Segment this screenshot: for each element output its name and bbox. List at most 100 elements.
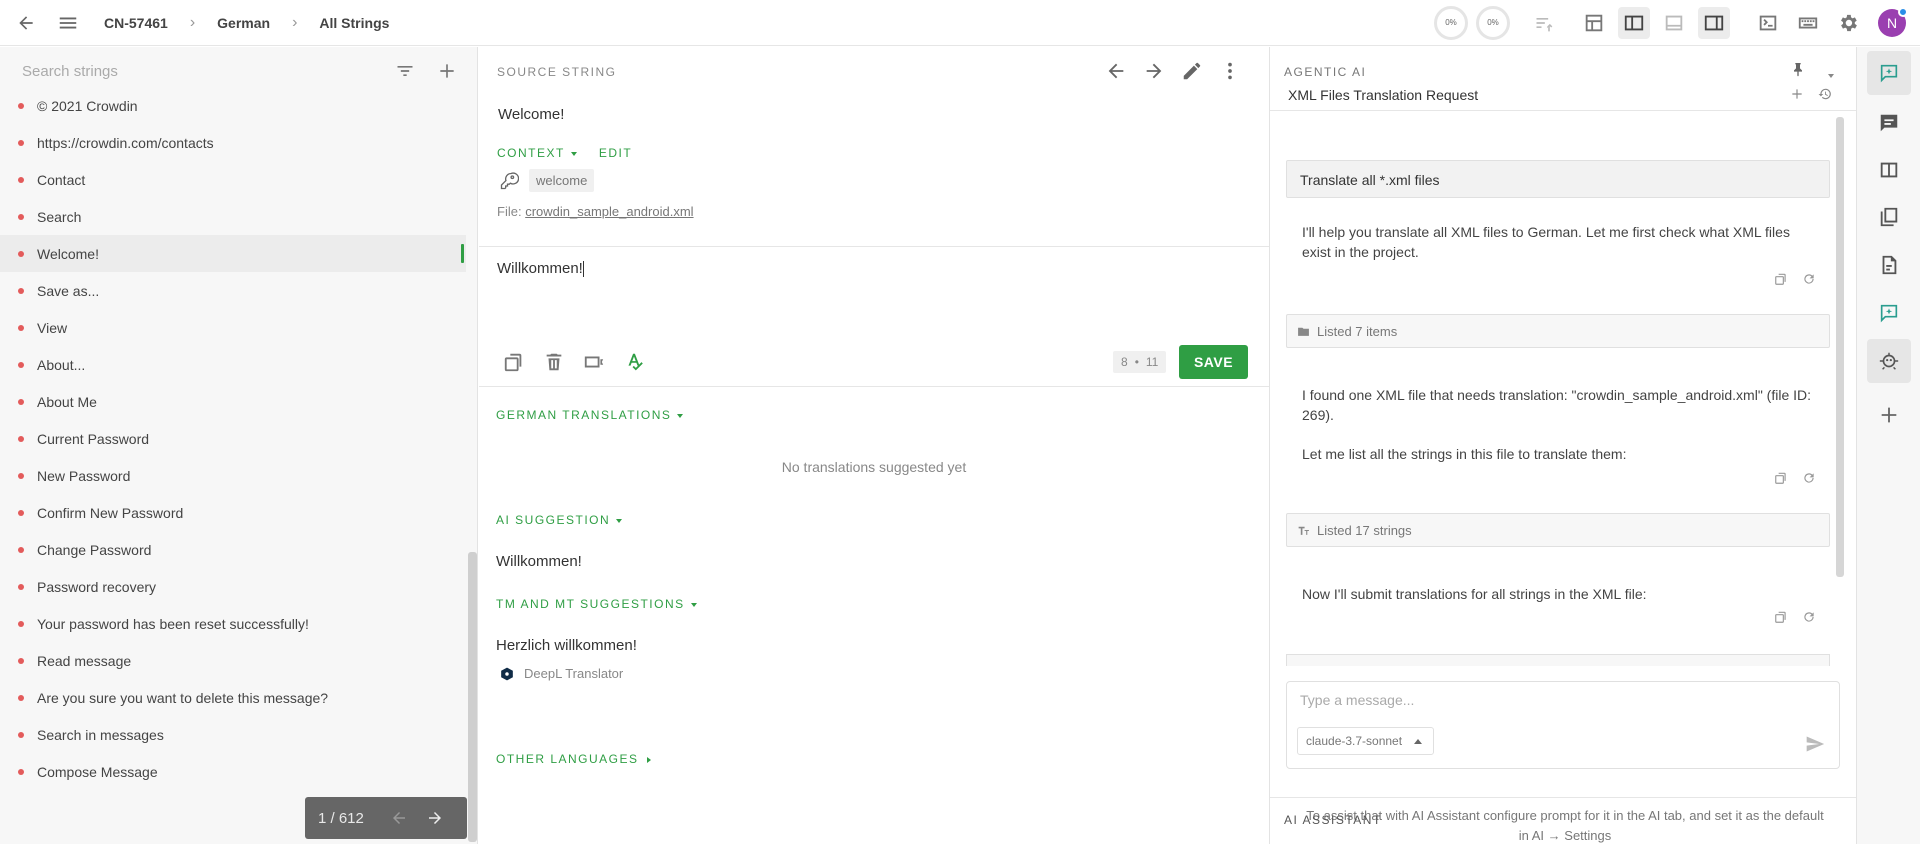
tm-mt-suggestions-toggle[interactable]: TM AND MT SUGGESTIONS <box>496 597 697 611</box>
context-toggle[interactable]: CONTEXT <box>497 146 577 160</box>
string-list-item[interactable]: Password recovery <box>0 568 466 605</box>
spellcheck-icon[interactable] <box>623 351 645 373</box>
translated-progress[interactable]: 0% <box>1434 5 1468 40</box>
message-input[interactable] <box>1300 692 1820 708</box>
string-label: Save as... <box>37 282 100 299</box>
settings-gear-icon[interactable] <box>1832 7 1864 39</box>
edit-pencil-icon[interactable] <box>1181 60 1203 82</box>
string-list-item[interactable]: Change Password <box>0 531 466 568</box>
context-key-chip: welcome <box>499 169 595 192</box>
layout-sidebar-right-icon[interactable] <box>1698 6 1730 39</box>
comments-icon[interactable] <box>1867 101 1911 145</box>
approved-progress[interactable]: 0% <box>1476 5 1510 40</box>
other-languages-toggle[interactable]: OTHER LANGUAGES <box>496 752 651 766</box>
next-string-icon[interactable] <box>1143 60 1165 82</box>
file-link[interactable]: crowdin_sample_android.xml <box>525 204 693 219</box>
breadcrumb-scope[interactable]: All Strings <box>319 15 389 31</box>
new-chat-icon[interactable] <box>1790 87 1804 101</box>
text-cursor <box>582 261 584 278</box>
string-list-item[interactable]: Welcome! <box>0 235 466 272</box>
strings-scrollbar[interactable] <box>468 552 477 842</box>
placeholder-tag-icon[interactable] <box>583 351 605 373</box>
untranslated-status-dot <box>18 472 24 479</box>
menu-icon[interactable] <box>56 11 80 35</box>
context-row: CONTEXT EDIT <box>497 146 632 160</box>
previous-string-icon[interactable] <box>1105 60 1127 82</box>
untranslated-status-dot <box>18 213 24 220</box>
string-list-item[interactable]: © 2021 Crowdin <box>0 87 466 124</box>
string-list-item[interactable]: Contact <box>0 161 466 198</box>
tool-call-list-strings[interactable]: Listed 17 strings <box>1286 513 1830 547</box>
translation-memory-icon[interactable] <box>1867 195 1911 239</box>
send-icon[interactable] <box>1805 734 1825 754</box>
next-page-icon[interactable] <box>426 809 444 827</box>
translation-input[interactable]: Willkommen! <box>497 260 584 278</box>
string-list-item[interactable]: Confirm New Password <box>0 494 466 531</box>
string-list-item[interactable]: About Me <box>0 383 466 420</box>
string-list-item[interactable]: About... <box>0 346 466 383</box>
filter-icon[interactable] <box>395 61 415 81</box>
add-app-icon[interactable] <box>1867 393 1911 437</box>
glossary-book-icon[interactable] <box>1867 148 1911 192</box>
layout-sidebar-left-icon[interactable] <box>1618 6 1650 39</box>
breadcrumb-language[interactable]: German <box>217 15 270 31</box>
string-list-item[interactable]: Current Password <box>0 420 466 457</box>
regenerate-icon[interactable] <box>1802 272 1816 286</box>
context-edit-button[interactable]: EDIT <box>599 146 632 160</box>
breadcrumb-project[interactable]: CN-57461 <box>104 15 168 31</box>
chat-scrollbar[interactable] <box>1836 117 1844 577</box>
string-list-item[interactable]: Read message <box>0 642 466 679</box>
ai-suggestion-toggle[interactable]: AI SUGGESTION <box>496 513 623 527</box>
search-strings-input[interactable] <box>22 62 395 80</box>
string-list-item[interactable]: Search in messages <box>0 716 466 753</box>
more-options-icon[interactable] <box>1219 60 1241 82</box>
caret-down-icon <box>616 518 623 523</box>
string-list-item[interactable]: Save as... <box>0 272 466 309</box>
tool-call-list-items[interactable]: Listed 7 items <box>1286 314 1830 348</box>
untranslated-status-dot <box>18 139 24 146</box>
untranslated-status-dot <box>18 509 24 516</box>
ai-suggestion-item[interactable]: Willkommen! <box>496 553 582 570</box>
save-button[interactable]: SAVE <box>1179 345 1248 379</box>
string-list-item[interactable]: https://crowdin.com/contacts <box>0 124 466 161</box>
qa-check-document-icon[interactable] <box>1867 243 1911 287</box>
copy-icon[interactable] <box>1774 471 1788 485</box>
copy-icon[interactable] <box>1774 272 1788 286</box>
untranslated-status-dot <box>18 324 24 331</box>
back-arrow-icon[interactable] <box>14 11 38 35</box>
clear-delete-icon[interactable] <box>543 351 565 373</box>
ai-assistant-label[interactable]: AI ASSISTANT <box>1284 813 1382 827</box>
string-list-item[interactable]: Your password has been reset successfull… <box>0 605 466 642</box>
german-translations-toggle[interactable]: GERMAN TRANSLATIONS <box>496 408 684 422</box>
layout-bottom-panel-icon[interactable] <box>1658 7 1690 39</box>
copy-source-icon[interactable] <box>503 351 525 373</box>
ai-assistant-robot-icon[interactable] <box>1867 339 1911 383</box>
source-string-label: SOURCE STRING <box>497 65 617 79</box>
layout-grid-icon[interactable] <box>1578 7 1610 39</box>
chat-header: XML Files Translation Request <box>1270 77 1856 111</box>
user-avatar[interactable]: N <box>1878 6 1908 37</box>
agentic-ai-rail-button[interactable] <box>1867 51 1911 95</box>
history-icon[interactable] <box>1818 87 1832 101</box>
pin-icon[interactable] <box>1790 61 1806 77</box>
string-label: About Me <box>37 393 97 410</box>
terminal-icon[interactable] <box>1752 7 1784 39</box>
string-list-item[interactable]: Search <box>0 198 466 235</box>
string-list-item[interactable]: Are you sure you want to delete this mes… <box>0 679 466 716</box>
ai-message: Let me list all the strings in this file… <box>1302 446 1627 462</box>
model-select[interactable]: claude-3.7-sonnet <box>1297 727 1434 755</box>
copy-icon[interactable] <box>1774 610 1788 624</box>
string-list-item[interactable]: Compose Message <box>0 753 466 790</box>
regenerate-icon[interactable] <box>1802 610 1816 624</box>
string-list-item[interactable]: New Password <box>0 457 466 494</box>
message-actions <box>1774 272 1816 286</box>
keyboard-icon[interactable] <box>1792 7 1824 39</box>
regenerate-icon[interactable] <box>1802 471 1816 485</box>
tm-mt-suggestion-item[interactable]: Herzlich willkommen! <box>496 637 637 654</box>
previous-page-icon[interactable] <box>390 809 408 827</box>
ai-chat-icon[interactable] <box>1867 291 1911 335</box>
filter-list-icon[interactable] <box>1528 7 1560 39</box>
message-actions <box>1774 471 1816 485</box>
string-list-item[interactable]: View <box>0 309 466 346</box>
add-string-icon[interactable] <box>437 61 457 81</box>
